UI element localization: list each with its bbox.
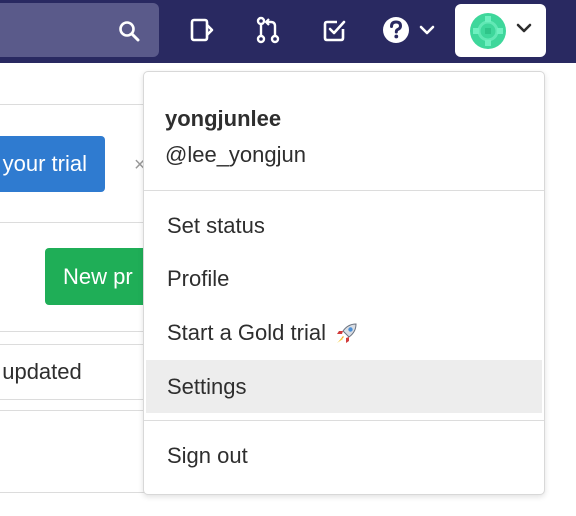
sort-dropdown[interactable]: t updated	[0, 344, 150, 400]
user-menu-button[interactable]	[455, 4, 546, 57]
todo-list-icon[interactable]	[187, 14, 217, 46]
help-dropdown[interactable]	[381, 14, 439, 46]
menu-item-label: Set status	[167, 212, 265, 238]
menu-item-start-gold-trial[interactable]: Start a Gold trial	[146, 306, 542, 359]
chevron-down-icon	[419, 25, 435, 35]
search-icon	[119, 21, 140, 42]
menu-divider	[144, 190, 544, 191]
divider	[0, 222, 150, 223]
menu-item-profile[interactable]: Profile	[146, 252, 542, 305]
menu-item-set-status[interactable]: Set status	[146, 199, 542, 252]
menu-item-settings[interactable]: Settings	[146, 360, 542, 413]
search-input[interactable]	[0, 3, 159, 57]
divider	[0, 410, 150, 411]
menu-item-sign-out[interactable]: Sign out	[146, 429, 542, 482]
menu-item-label: Sign out	[167, 442, 248, 468]
avatar	[470, 13, 506, 49]
sort-label: t updated	[0, 359, 82, 384]
rocket-icon	[336, 322, 357, 343]
user-handle: @lee_yongjun	[165, 142, 306, 167]
menu-divider	[144, 420, 544, 421]
menu-item-label: Settings	[167, 373, 247, 399]
start-trial-button[interactable]: your trial	[0, 136, 105, 192]
username: yongjunlee	[165, 106, 282, 131]
issues-check-icon[interactable]	[320, 14, 350, 46]
menu-item-label: Profile	[167, 265, 230, 291]
menu-item-label: Start a Gold trial	[167, 319, 326, 345]
top-navbar	[0, 0, 576, 63]
help-icon	[383, 17, 409, 43]
chevron-down-icon	[516, 23, 532, 33]
user-dropdown-menu: yongjunlee @lee_yongjun Set status Profi…	[143, 71, 545, 495]
divider	[0, 104, 150, 105]
merge-requests-icon[interactable]	[253, 14, 283, 46]
divider	[0, 492, 150, 493]
divider	[0, 331, 150, 332]
